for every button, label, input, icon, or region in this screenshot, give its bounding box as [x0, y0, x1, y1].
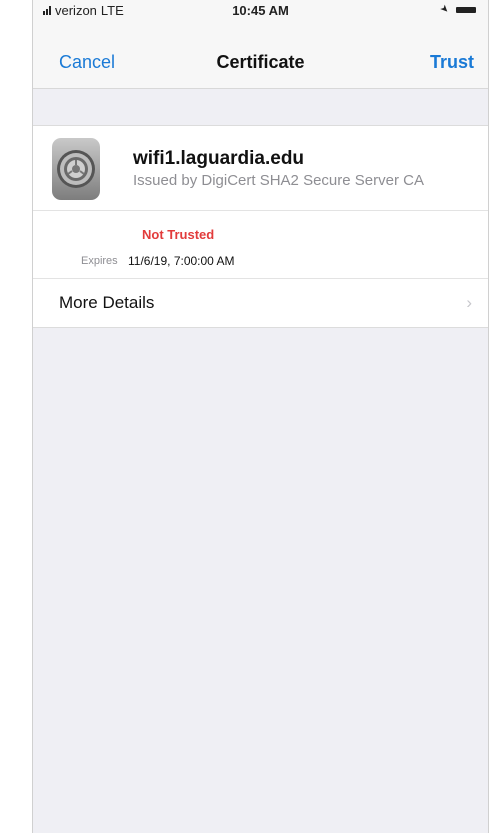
more-details-label: More Details [59, 293, 155, 312]
page-title: Certificate [216, 52, 305, 72]
certificate-status: Not Trusted Expires 11/6/19, 7:00:00 AM [33, 211, 488, 281]
location-icon: ➤ [436, 2, 451, 17]
certificate-section: wifi1.laguardia.edu Issued by DigiCert S… [33, 125, 488, 281]
certificate-name: wifi1.laguardia.edu [133, 148, 305, 169]
trust-status: Not Trusted [142, 227, 215, 242]
battery-icon [456, 6, 476, 13]
status-bar: verizon LTE 10:45 AM ➤ [33, 0, 488, 24]
phone-screen: verizon LTE 10:45 AM ➤ Cancel Certificat… [32, 0, 489, 833]
settings-gear-icon [52, 138, 100, 200]
navigation-bar: Cancel Certificate Trust [33, 24, 488, 89]
trust-button[interactable]: Trust [430, 52, 474, 73]
certificate-summary: wifi1.laguardia.edu Issued by DigiCert S… [33, 126, 488, 211]
more-details-row[interactable]: More Details › [33, 278, 488, 328]
certificate-issuer: Issued by DigiCert SHA2 Secure Server CA [133, 172, 424, 189]
expires-value: 11/6/19, 7:00:00 AM [128, 254, 235, 268]
expires-label: Expires [81, 255, 118, 267]
status-right-icons: ➤ [436, 2, 476, 17]
status-time: 10:45 AM [232, 3, 289, 18]
chevron-right-icon: › [466, 293, 472, 312]
